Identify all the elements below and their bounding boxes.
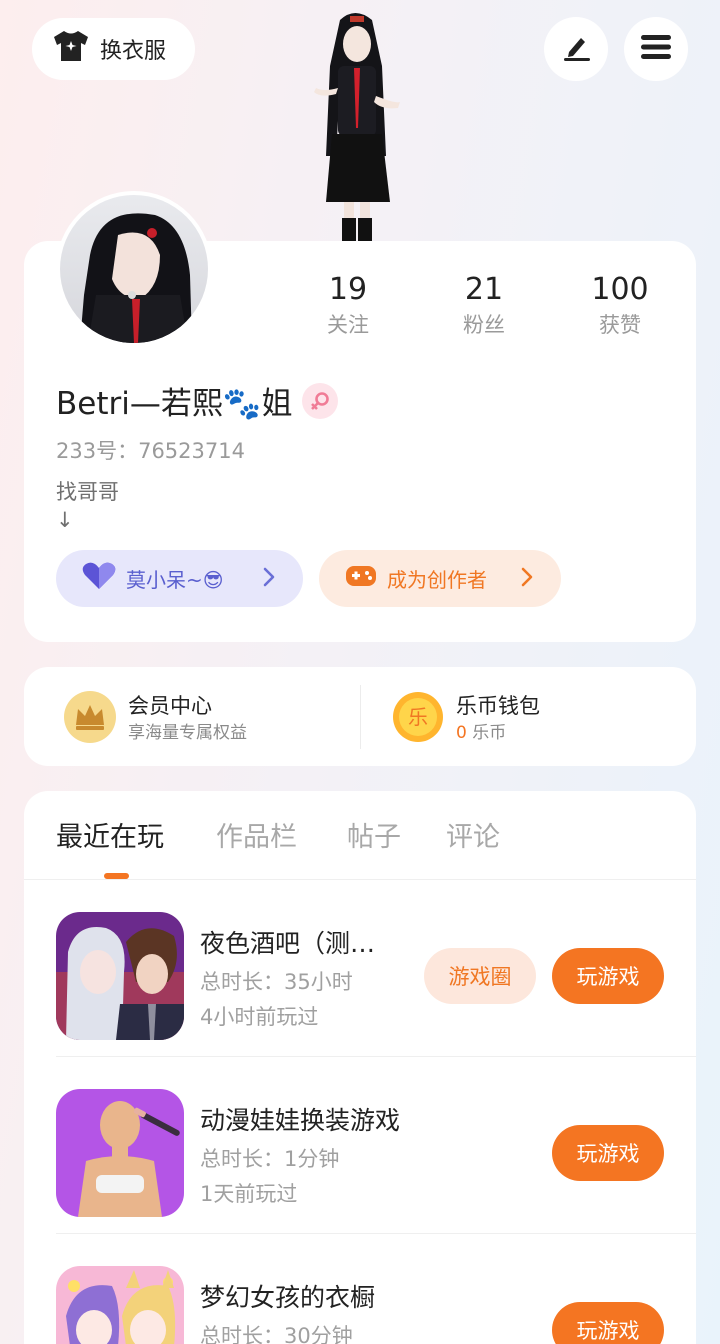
game-duration: 总时长：30分钟 [200, 1324, 353, 1344]
wallet-amount: 0 [456, 723, 467, 743]
wallet-balance: 0 乐币 [456, 720, 540, 746]
change-outfit-label: 换衣服 [100, 39, 167, 64]
bio-line: ↓ [56, 508, 74, 532]
game-last-played: 1天前玩过 [200, 1182, 298, 1206]
edit-profile-button[interactable] [544, 17, 608, 81]
game-row[interactable]: 动漫娃娃换装游戏 总时长：1分钟 1天前玩过 玩游戏 [24, 1057, 696, 1234]
bio: 找哥哥 ↓ [56, 478, 119, 534]
game-row[interactable]: 夜色酒吧（测… 总时长：35小时 4小时前玩过 游戏圈 玩游戏 [24, 880, 696, 1057]
game-name: 梦幻女孩的衣橱 [200, 1283, 376, 1312]
wallet-entry[interactable]: 乐 乐币钱包 0 乐币 [392, 691, 540, 747]
stat-likes[interactable]: 100 获赞 [565, 270, 675, 340]
crown-icon [64, 691, 116, 747]
profile-stats: 19 关注 21 粉丝 100 获赞 [300, 270, 680, 350]
shirt-icon [52, 29, 90, 69]
stat-following[interactable]: 19 关注 [293, 270, 403, 340]
wallet-unit: 乐币 [472, 723, 507, 743]
stat-label: 获赞 [599, 313, 641, 337]
coin-glyph: 乐 [408, 705, 428, 729]
tab-comments[interactable]: 评论 [446, 815, 500, 854]
tab-works[interactable]: 作品栏 [216, 815, 297, 854]
nickname-row: Betri—若熙🐾姐 [56, 378, 339, 423]
cp-partner-button[interactable]: 莫小呆~😎 [56, 550, 303, 607]
heart-icon [82, 562, 116, 595]
avatar-image [60, 195, 208, 343]
game-icon-doll-dressup [56, 1089, 184, 1217]
menu-button[interactable] [624, 17, 688, 81]
user-id: 233号：76523714 [56, 439, 245, 463]
stat-label: 关注 [327, 313, 369, 337]
female-gender-icon [302, 382, 339, 419]
game-icon-dream-wardrobe [56, 1266, 184, 1344]
stat-label: 粉丝 [463, 313, 505, 337]
game-circle-button[interactable]: 游戏圈 [424, 948, 536, 1004]
stat-value: 19 [328, 272, 368, 307]
tab-recent-played[interactable]: 最近在玩 [56, 815, 164, 854]
game-last-played: 4小时前玩过 [200, 1005, 319, 1029]
gamepad-icon [345, 563, 377, 594]
bio-line: 找哥哥 [56, 480, 119, 504]
user-avatar[interactable] [56, 191, 212, 347]
play-game-button[interactable]: 玩游戏 [552, 948, 664, 1004]
game-icon-night-bar [56, 912, 184, 1040]
play-game-button[interactable]: 玩游戏 [552, 1125, 664, 1181]
game-name: 夜色酒吧（测… [200, 929, 376, 958]
become-creator-button[interactable]: 成为创作者 [319, 550, 561, 607]
game-duration: 总时长：35小时 [200, 970, 353, 994]
wallet-title: 乐币钱包 [456, 694, 540, 718]
stat-followers[interactable]: 21 粉丝 [429, 270, 539, 340]
member-wallet-card: 会员中心 享海量专属权益 乐 乐币钱包 0 乐币 [24, 667, 696, 766]
avatar-3d-figure[interactable] [300, 6, 410, 244]
game-duration: 总时长：1分钟 [200, 1147, 340, 1171]
play-game-button[interactable]: 玩游戏 [552, 1302, 664, 1344]
tab-posts[interactable]: 帖子 [347, 815, 401, 854]
game-name: 动漫娃娃换装游戏 [200, 1106, 401, 1135]
vip-center-entry[interactable]: 会员中心 享海量专属权益 [64, 691, 247, 747]
nickname: Betri—若熙🐾姐 [56, 386, 293, 422]
stat-value: 100 [591, 272, 649, 307]
cp-partner-label: 莫小呆~😎 [126, 568, 224, 592]
chevron-right-icon [521, 567, 533, 592]
become-creator-label: 成为创作者 [387, 568, 487, 592]
change-outfit-button[interactable]: 换衣服 [32, 18, 195, 80]
divider [360, 685, 361, 749]
vip-title: 会员中心 [128, 694, 212, 718]
stat-value: 21 [464, 272, 504, 307]
coin-icon: 乐 [392, 691, 444, 747]
vip-subtitle: 享海量专属权益 [128, 723, 247, 743]
game-row[interactable]: 梦幻女孩的衣橱 总时长：30分钟 玩游戏 [24, 1234, 696, 1344]
menu-icon [641, 34, 671, 64]
chevron-right-icon [263, 567, 275, 592]
pencil-icon [561, 32, 591, 66]
